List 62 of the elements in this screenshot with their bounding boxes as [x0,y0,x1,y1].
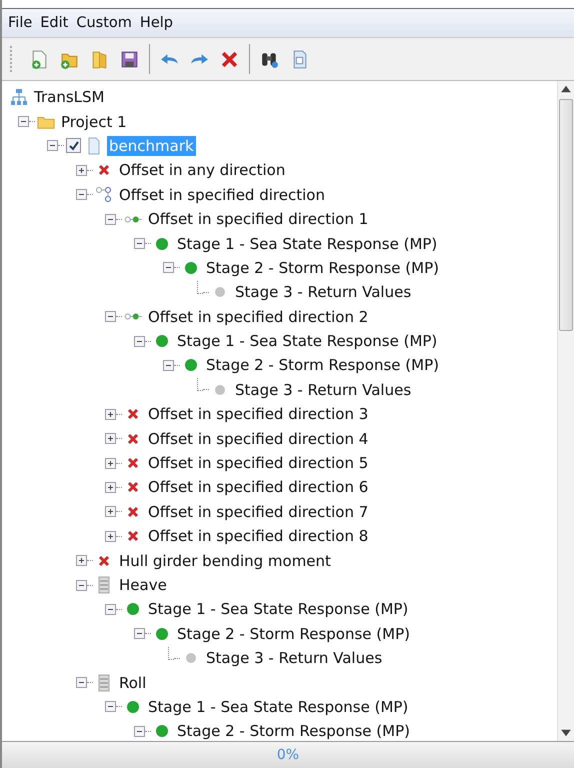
expander[interactable] [134,238,145,250]
tree-item[interactable]: Offset in any direction [117,160,288,180]
expander[interactable] [105,701,116,712]
scroll-thumb[interactable] [559,99,573,331]
expander[interactable] [76,677,87,688]
expander[interactable] [76,580,87,590]
tree-item[interactable]: Offset in specified direction 3 [146,404,370,424]
tree-item[interactable]: Stage 3 - Return Values [233,282,414,302]
tree-item[interactable]: Offset in specified direction 7 [146,502,370,522]
expander[interactable] [163,262,174,274]
tree-item[interactable]: Offset in specified direction 6 [146,477,370,498]
tree-item[interactable]: Stage 1 - Sea State Response (MP) [146,696,410,717]
expander[interactable] [105,604,116,615]
network-icon [10,88,28,106]
tree-item[interactable]: Offset in specified direction 2 [146,306,370,327]
hierarchy-icon [95,186,113,204]
tree-item[interactable]: Offset in specified direction [117,184,327,205]
linked-dots-icon [124,313,142,320]
tree-item[interactable]: Hull girder bending moment [117,550,333,571]
menu-item[interactable]: Help [140,15,173,31]
scrollbar[interactable] [557,81,574,741]
tree-item[interactable]: Stage 1 - Sea State Response (MP) [175,331,440,352]
tree-item[interactable]: Heave [117,575,169,595]
expander[interactable] [18,116,29,128]
tree-item[interactable]: Stage 2 - Storm Response (MP) [204,355,441,376]
tree-item[interactable]: TransLSM [32,87,106,108]
tree-item[interactable]: Stage 2 - Storm Response (MP) [175,721,412,741]
expander[interactable] [105,311,116,322]
menu-item[interactable]: File [8,15,32,31]
expander[interactable] [47,140,58,152]
expander[interactable] [163,360,174,371]
checkbox[interactable] [66,138,81,154]
tree-item[interactable]: Stage 3 - Return Values [204,648,384,668]
progress-text: 0% [276,747,300,763]
tree-item[interactable]: Offset in specified direction 8 [146,526,370,546]
menu-item[interactable]: Edit [40,15,68,31]
expander[interactable] [76,555,87,566]
expander[interactable] [105,482,116,493]
tree-item[interactable]: Stage 2 - Storm Response (MP) [175,624,412,644]
expander[interactable] [134,726,145,737]
linked-dots-icon [124,216,142,223]
save-icon[interactable] [119,48,140,70]
expander[interactable] [105,408,116,420]
tree-item[interactable]: Roll [117,672,148,693]
tree-item[interactable]: Project 1 [59,112,129,132]
expander[interactable] [134,628,145,640]
expander[interactable] [105,433,116,444]
menu-item[interactable]: Custom [76,15,132,31]
expander[interactable] [134,336,145,347]
tree-item[interactable]: Stage 3 - Return Values [233,380,414,400]
expander[interactable] [76,164,87,176]
tree-item[interactable]: Stage 1 - Sea State Response (MP) [146,599,410,620]
tree-item[interactable]: Stage 1 - Sea State Response (MP) [175,234,440,254]
tree-item[interactable]: Stage 2 - Storm Response (MP) [204,258,441,278]
tree-item[interactable]: Offset in specified direction 5 [146,453,370,474]
expander[interactable] [105,530,116,542]
expander[interactable] [76,189,87,200]
expander[interactable] [105,506,116,518]
expander[interactable] [105,214,116,225]
expander[interactable] [105,458,116,469]
tree-item[interactable]: Offset in specified direction 1 [146,209,370,230]
tree-item[interactable]: Offset in specified direction 4 [146,428,370,449]
